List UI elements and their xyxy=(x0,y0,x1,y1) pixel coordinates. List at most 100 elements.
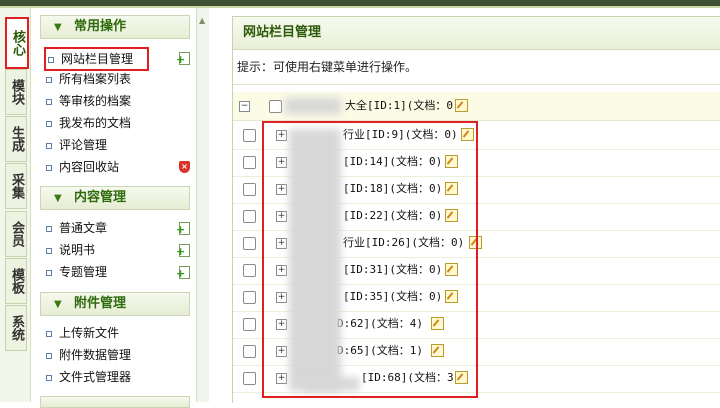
menu-item-upload-file[interactable]: 上传新文件 xyxy=(46,323,119,343)
menu-item-label: 等审核的档案 xyxy=(59,94,132,108)
edit-icon[interactable] xyxy=(445,209,458,222)
sidebar-splitter[interactable]: ▲ xyxy=(197,8,209,402)
add-icon[interactable]: + xyxy=(176,244,190,257)
expand-icon[interactable]: + xyxy=(276,292,287,303)
menu-item-my-documents[interactable]: 我发布的文档 xyxy=(46,113,131,133)
bullet-icon xyxy=(46,352,52,359)
tab-members-label: 会员 xyxy=(9,221,24,247)
menu-item-pending-review[interactable]: 等审核的档案 xyxy=(46,91,131,111)
menu-group-title: 附件管理 xyxy=(74,296,127,311)
edit-icon[interactable] xyxy=(461,128,474,141)
menu-item-manual[interactable]: 说明书 xyxy=(46,240,95,260)
row-checkbox[interactable] xyxy=(243,345,256,358)
expand-icon[interactable]: + xyxy=(276,130,287,141)
edit-icon[interactable] xyxy=(455,371,468,384)
row-checkbox[interactable] xyxy=(243,291,256,304)
menu-item-label: 专题管理 xyxy=(59,265,108,279)
menu-item-all-archives[interactable]: 所有档案列表 xyxy=(46,69,131,89)
edit-icon[interactable] xyxy=(469,236,482,249)
collapse-arrow-icon[interactable]: ▲ xyxy=(199,16,205,25)
expand-icon[interactable]: + xyxy=(276,265,287,276)
menu-group-partial xyxy=(40,396,190,408)
tab-core[interactable]: 核心 xyxy=(5,17,29,69)
add-icon[interactable]: + xyxy=(176,222,190,235)
edit-icon[interactable] xyxy=(445,263,458,276)
menu-item-recycle-bin[interactable]: 内容回收站 xyxy=(46,157,119,177)
menu-item-comments[interactable]: 评论管理 xyxy=(46,135,107,155)
menu-group-title: 内容管理 xyxy=(74,190,127,205)
row-label: [ID:68](文档：3) xyxy=(361,371,461,384)
add-icon[interactable]: + xyxy=(176,52,190,65)
redacted-text xyxy=(303,377,359,391)
edit-icon[interactable] xyxy=(431,317,444,330)
menu-item-column-manage[interactable]: 网站栏目管理 xyxy=(44,47,150,71)
menu-item-article[interactable]: 普通文章 xyxy=(46,218,107,238)
menu-item-label: 上传新文件 xyxy=(59,326,120,340)
menu-item-label: 所有档案列表 xyxy=(59,72,132,86)
menu-item-topics[interactable]: 专题管理 xyxy=(46,262,107,282)
row-checkbox[interactable] xyxy=(243,183,256,196)
row-checkbox[interactable] xyxy=(243,318,256,331)
menu-item-label: 内容回收站 xyxy=(59,160,120,174)
row-checkbox[interactable] xyxy=(243,129,256,142)
bullet-icon xyxy=(46,374,52,381)
column-manage-panel: 网站栏目管理 提示：可使用右键菜单进行操作。 − 大全[ID:1](文档：0) … xyxy=(232,16,720,403)
menu-group-common[interactable]: ▼ 常用操作 xyxy=(40,15,190,39)
add-icon[interactable]: + xyxy=(176,266,190,279)
expand-icon[interactable]: + xyxy=(276,211,287,222)
menu-group-attachments[interactable]: ▼ 附件管理 xyxy=(40,292,190,316)
tab-system[interactable]: 系统 xyxy=(5,305,27,351)
tab-modules-label: 模块 xyxy=(9,79,24,105)
tree-root-row[interactable]: − 大全[ID:1](文档：0) xyxy=(233,92,720,121)
panel-title: 网站栏目管理 xyxy=(233,17,720,50)
edit-icon[interactable] xyxy=(455,99,468,112)
root-checkbox[interactable] xyxy=(269,100,282,113)
bullet-icon xyxy=(46,76,52,83)
bullet-icon xyxy=(46,98,52,105)
expand-icon[interactable]: + xyxy=(276,373,287,384)
chevron-down-icon: ▼ xyxy=(54,299,62,310)
redacted-text xyxy=(289,129,341,391)
expand-icon[interactable]: + xyxy=(276,157,287,168)
expand-icon[interactable]: + xyxy=(276,184,287,195)
left-menu: ▼ 常用操作 网站栏目管理 + 所有档案列表 等审核的档案 我发布的文档 评论管理… xyxy=(31,8,197,408)
expand-icon[interactable]: + xyxy=(276,238,287,249)
tab-members[interactable]: 会员 xyxy=(5,211,27,257)
menu-item-label: 我发布的文档 xyxy=(59,116,132,130)
tab-collect-label: 采集 xyxy=(9,173,24,199)
menu-item-file-manager[interactable]: 文件式管理器 xyxy=(46,367,131,387)
row-checkbox[interactable] xyxy=(243,210,256,223)
vertical-tab-strip: 核心 模块 生成 采集 会员 模板 系统 xyxy=(0,8,31,402)
expand-icon[interactable]: + xyxy=(276,346,287,357)
row-checkbox[interactable] xyxy=(243,237,256,250)
collapse-icon[interactable]: − xyxy=(239,101,250,112)
edit-icon[interactable] xyxy=(431,344,444,357)
bullet-icon xyxy=(46,247,52,254)
row-checkbox[interactable] xyxy=(243,156,256,169)
row-label: 行业[ID:26](文档：0) xyxy=(343,236,465,249)
tab-generate[interactable]: 生成 xyxy=(5,116,27,162)
row-label: [ID:35](文档：0) xyxy=(343,290,443,303)
menu-group-content[interactable]: ▼ 内容管理 xyxy=(40,186,190,210)
tab-templates[interactable]: 模板 xyxy=(5,258,27,304)
menu-item-label: 评论管理 xyxy=(59,138,108,152)
chevron-down-icon: ▼ xyxy=(54,22,62,33)
bullet-icon xyxy=(46,225,52,232)
menu-item-label: 说明书 xyxy=(59,243,96,257)
row-label: [ID:22](文档：0) xyxy=(343,209,443,222)
edit-icon[interactable] xyxy=(445,290,458,303)
edit-icon[interactable] xyxy=(445,155,458,168)
recycle-shield-icon[interactable]: × xyxy=(179,161,190,173)
expand-icon[interactable]: + xyxy=(276,319,287,330)
bullet-icon xyxy=(46,330,52,337)
row-checkbox[interactable] xyxy=(243,264,256,277)
menu-item-label: 文件式管理器 xyxy=(59,370,132,384)
row-checkbox[interactable] xyxy=(243,372,256,385)
tab-modules[interactable]: 模块 xyxy=(5,69,27,115)
tab-collect[interactable]: 采集 xyxy=(5,163,27,209)
redacted-text xyxy=(285,98,341,114)
edit-icon[interactable] xyxy=(445,182,458,195)
menu-item-attachment-data[interactable]: 附件数据管理 xyxy=(46,345,131,365)
chevron-down-icon: ▼ xyxy=(54,193,62,204)
menu-group-title: 常用操作 xyxy=(74,19,127,34)
